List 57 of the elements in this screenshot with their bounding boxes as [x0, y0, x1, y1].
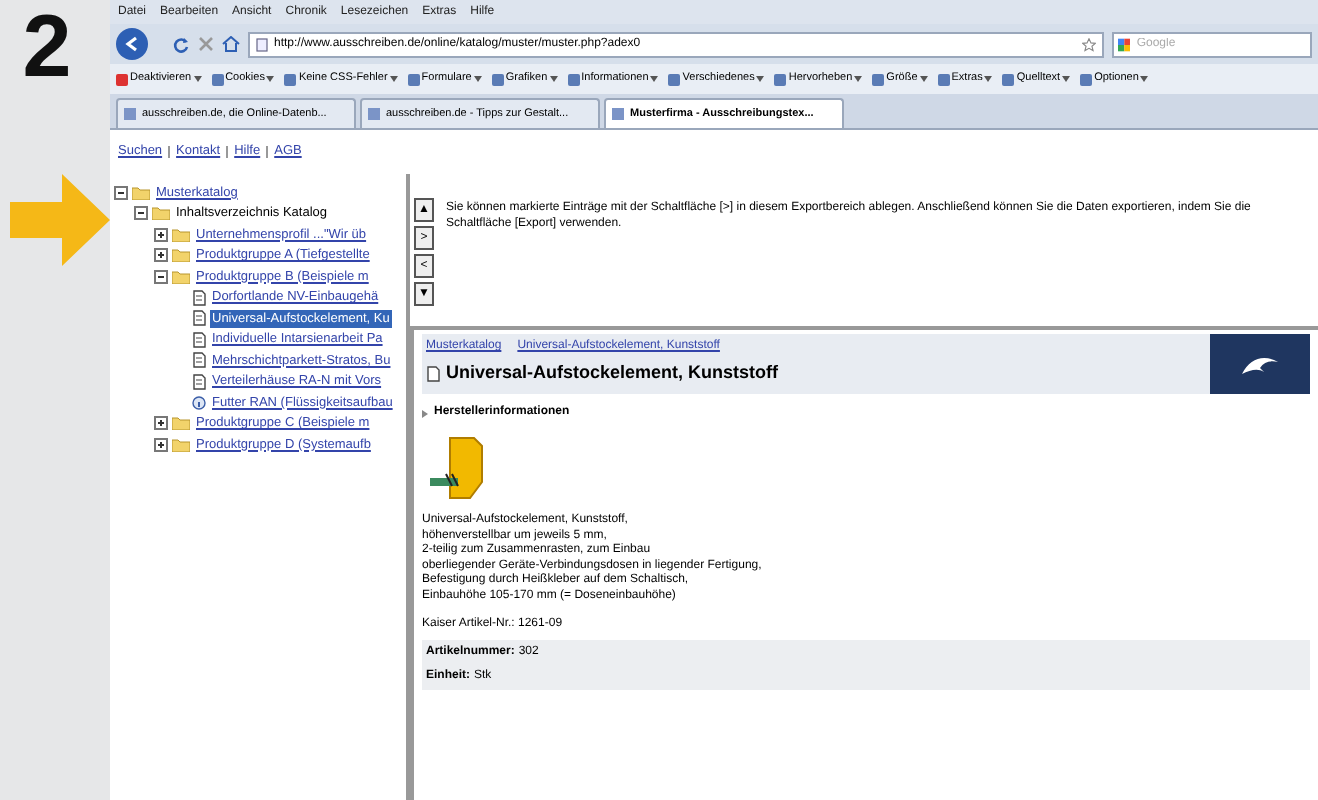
- plus-icon: [156, 418, 166, 429]
- caret-icon: [919, 76, 928, 82]
- toolbar-icon: [491, 73, 504, 85]
- caret-icon: [1140, 76, 1149, 82]
- tab-icon: [612, 108, 624, 120]
- caret-icon: [549, 76, 558, 82]
- toolbar-icon: [872, 73, 885, 85]
- figure-number: 2: [22, 4, 72, 92]
- caret-icon: [266, 76, 275, 82]
- expand-toggle[interactable]: [154, 416, 168, 431]
- toolbar-icon: [668, 73, 681, 85]
- toolbar-icon: [407, 73, 420, 85]
- caret-icon: [473, 76, 482, 82]
- plus-icon: [156, 439, 166, 450]
- minus-icon: [156, 271, 166, 282]
- document-icon: [192, 310, 206, 327]
- bullet-icon: [422, 409, 428, 417]
- toolbar-icon: [937, 73, 950, 85]
- home-icon[interactable]: [222, 36, 240, 52]
- star-icon[interactable]: [1082, 37, 1096, 51]
- document-icon: [192, 331, 206, 348]
- caret-icon: [193, 76, 202, 82]
- logo-badge: [1210, 334, 1310, 394]
- toolbar-icon: [567, 73, 580, 85]
- plus-icon: [156, 229, 166, 240]
- toolbar-icon: [211, 73, 224, 85]
- tab-icon: [124, 108, 136, 120]
- caret-icon: [756, 76, 765, 82]
- caret-icon: [650, 76, 659, 82]
- document-icon: [192, 289, 206, 306]
- collapse-toggle[interactable]: [154, 269, 168, 284]
- plus-icon: [156, 250, 166, 261]
- toolbar-icon: [1080, 73, 1093, 85]
- info-icon: [192, 395, 206, 410]
- caret-icon: [854, 76, 863, 82]
- expand-toggle[interactable]: [154, 437, 168, 452]
- document-icon: [192, 373, 206, 390]
- toolbar-icon: [284, 73, 297, 85]
- toolbar-icon: [774, 73, 787, 85]
- caret-icon: [389, 76, 398, 82]
- arrow-icon: [9, 174, 109, 266]
- document-icon: [192, 352, 206, 369]
- collapse-toggle[interactable]: [114, 185, 128, 200]
- toolbar-icon: [116, 73, 128, 85]
- page-icon: [256, 37, 268, 51]
- expand-toggle[interactable]: [154, 248, 168, 263]
- caret-icon: [984, 76, 993, 82]
- product-title: Universal-Aufstockelement, Kunststoff: [446, 360, 779, 386]
- expand-toggle[interactable]: [154, 227, 168, 242]
- collapse-toggle[interactable]: [134, 206, 148, 221]
- back-button[interactable]: [116, 28, 148, 60]
- toolbar-icon: [1002, 73, 1015, 85]
- reload-icon[interactable]: [172, 35, 190, 53]
- caret-icon: [1062, 76, 1071, 82]
- tab-icon: [368, 108, 380, 120]
- document-icon: [426, 365, 440, 382]
- search-engine-icon: [1118, 37, 1131, 51]
